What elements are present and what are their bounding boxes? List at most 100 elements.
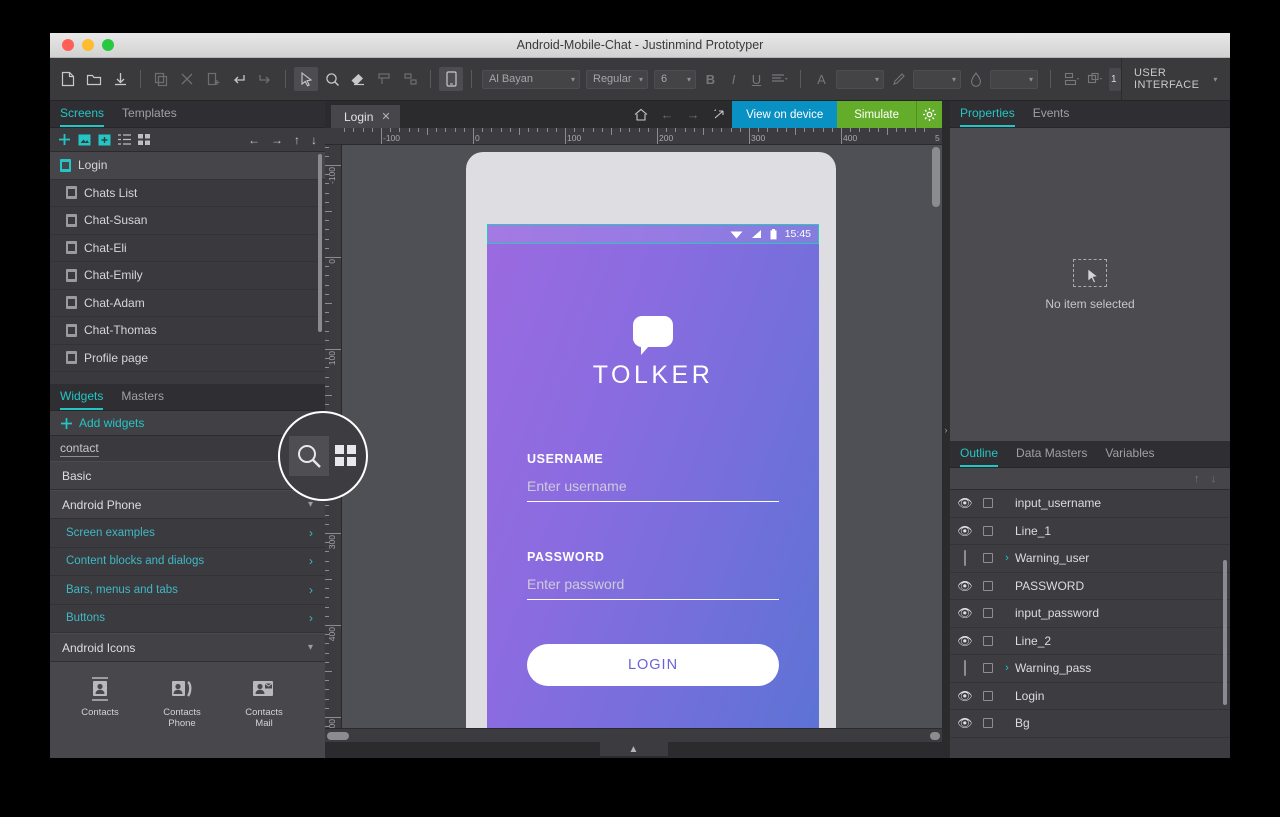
panel-collapse-handle[interactable]: › (942, 101, 950, 758)
widget-category-android-phone[interactable]: Android Phone ▾ (50, 490, 325, 519)
lock-checkbox[interactable] (983, 526, 993, 536)
scrollbar-thumb[interactable] (327, 732, 349, 740)
canvas-vertical-scrollbar[interactable] (932, 147, 940, 207)
visibility-checkbox[interactable] (950, 551, 980, 565)
outline-row-input-username[interactable]: 👁 input_username (950, 490, 1230, 518)
move-down-icon[interactable]: ↓ (311, 133, 317, 147)
screen-item-chats-list[interactable]: Chats List (50, 180, 325, 208)
outline-row-line-1[interactable]: 👁 Line_1 (950, 518, 1230, 546)
outline-row-login[interactable]: 👁 Login (950, 683, 1230, 711)
device-preview-icon[interactable] (439, 67, 463, 91)
visibility-icon[interactable]: 👁 (950, 524, 980, 538)
visibility-icon[interactable]: 👁 (950, 496, 980, 510)
copy-icon[interactable] (149, 67, 173, 91)
ui-mode-select[interactable]: USER INTERFACE ▾ (1121, 58, 1230, 101)
underline-button[interactable]: U (748, 69, 765, 89)
expand-icon[interactable]: › (999, 662, 1015, 674)
visibility-icon[interactable]: 👁 (950, 634, 980, 648)
tab-masters[interactable]: Masters (121, 389, 164, 410)
lock-checkbox[interactable] (983, 718, 993, 728)
login-button[interactable]: LOGIN (527, 644, 779, 686)
ungroup-icon[interactable] (398, 67, 422, 91)
outline-list[interactable]: 👁 input_username 👁 Line_1 › Warning_user (950, 490, 1230, 758)
save-icon[interactable] (108, 67, 132, 91)
widget-contacts-mail[interactable]: Contacts Mail (236, 676, 292, 758)
lock-checkbox[interactable] (983, 608, 993, 618)
bold-button[interactable]: B (702, 69, 719, 89)
outline-row-input-password[interactable]: 👁 input_password (950, 600, 1230, 628)
design-canvas[interactable]: 15:45 TOLKER USERNAME Enter username PAS… (342, 145, 942, 728)
add-screen-image-icon[interactable] (78, 134, 91, 146)
screen-item-chat-adam[interactable]: Chat-Adam (50, 290, 325, 318)
redo-icon[interactable] (253, 67, 277, 91)
screen-item-profile-page[interactable]: Profile page (50, 345, 325, 373)
password-input[interactable]: Enter password (527, 576, 779, 600)
cut-icon[interactable] (175, 67, 199, 91)
gear-icon[interactable] (916, 101, 942, 128)
canvas-horizontal-scrollbar[interactable] (325, 728, 942, 742)
eraser-tool-icon[interactable] (346, 67, 370, 91)
duplicate-screen-icon[interactable] (98, 134, 111, 146)
align-button[interactable] (771, 69, 788, 89)
screen-item-chat-emily[interactable]: Chat-Emily (50, 262, 325, 290)
align-objects-icon[interactable] (1063, 69, 1080, 89)
widget-sub-content-blocks[interactable]: Content blocks and dialogs › (50, 548, 325, 577)
expand-bottom-panel-icon[interactable]: ▲ (600, 742, 668, 756)
visibility-checkbox[interactable] (950, 661, 980, 675)
search-icon[interactable] (289, 436, 329, 476)
move-left-icon[interactable]: ← (248, 133, 260, 147)
simulate-button[interactable]: Simulate (837, 101, 916, 128)
outline-row-warning-pass[interactable]: › Warning_pass (950, 655, 1230, 683)
outline-row-line-2[interactable]: 👁 Line_2 (950, 628, 1230, 656)
fill-drop-icon[interactable] (967, 69, 984, 89)
home-icon[interactable] (628, 108, 654, 121)
forward-icon[interactable]: → (680, 107, 706, 122)
add-screen-icon[interactable] (58, 133, 71, 146)
outline-move-down-icon[interactable]: ↓ (1211, 473, 1217, 485)
screen-item-login[interactable]: Login (50, 152, 325, 180)
open-external-icon[interactable] (706, 108, 732, 121)
arrange-layers-icon[interactable] (1086, 69, 1103, 89)
tab-widgets[interactable]: Widgets (60, 389, 103, 410)
tab-events[interactable]: Events (1033, 106, 1070, 127)
screens-scrollbar[interactable] (318, 154, 322, 332)
pen-icon[interactable] (890, 69, 907, 89)
visibility-icon[interactable]: 👁 (950, 689, 980, 703)
screen-item-chat-eli[interactable]: Chat-Eli (50, 235, 325, 263)
list-view-icon[interactable] (118, 134, 131, 145)
tab-properties[interactable]: Properties (960, 106, 1015, 127)
move-right-icon[interactable]: → (271, 133, 283, 147)
outline-row-bg[interactable]: 👁 Bg (950, 710, 1230, 738)
tab-screens[interactable]: Screens (60, 106, 104, 127)
visibility-icon[interactable]: 👁 (950, 606, 980, 620)
lock-checkbox[interactable] (983, 498, 993, 508)
font-family-select[interactable]: Al Bayan ▾ (482, 70, 580, 89)
screen-item-chat-thomas[interactable]: Chat-Thomas (50, 317, 325, 345)
phone-screen[interactable]: 15:45 TOLKER USERNAME Enter username PAS… (487, 224, 819, 728)
widget-sub-screen-examples[interactable]: Screen examples › (50, 519, 325, 548)
tab-variables[interactable]: Variables (1105, 446, 1154, 467)
lock-checkbox[interactable] (983, 553, 993, 563)
zoom-tool-icon[interactable] (320, 67, 344, 91)
italic-button[interactable]: I (725, 69, 742, 89)
username-input[interactable]: Enter username (527, 478, 779, 502)
text-color-select[interactable]: ▾ (836, 70, 884, 89)
font-style-select[interactable]: Regular ▾ (586, 70, 648, 89)
lock-checkbox[interactable] (983, 581, 993, 591)
outline-row-warning-user[interactable]: › Warning_user (950, 545, 1230, 573)
android-status-bar[interactable]: 15:45 (487, 224, 819, 244)
screens-list[interactable]: Login Chats List Chat-Susan Chat-Eli Cha… (50, 152, 325, 384)
view-on-device-button[interactable]: View on device (732, 101, 837, 128)
paste-icon[interactable] (201, 67, 225, 91)
opacity-field[interactable]: 1 (1109, 68, 1121, 91)
visibility-icon[interactable]: 👁 (950, 716, 980, 730)
font-size-select[interactable]: 6 ▾ (654, 70, 696, 89)
visibility-icon[interactable]: 👁 (950, 579, 980, 593)
widget-category-android-icons[interactable]: Android Icons ▾ (50, 633, 325, 662)
widget-sub-buttons[interactable]: Buttons › (50, 605, 325, 634)
outline-move-up-icon[interactable]: ↑ (1194, 473, 1200, 485)
screen-item-chat-susan[interactable]: Chat-Susan (50, 207, 325, 235)
tab-data-masters[interactable]: Data Masters (1016, 446, 1087, 467)
close-tab-icon[interactable]: ✕ (381, 110, 390, 123)
expand-icon[interactable]: › (999, 552, 1015, 564)
